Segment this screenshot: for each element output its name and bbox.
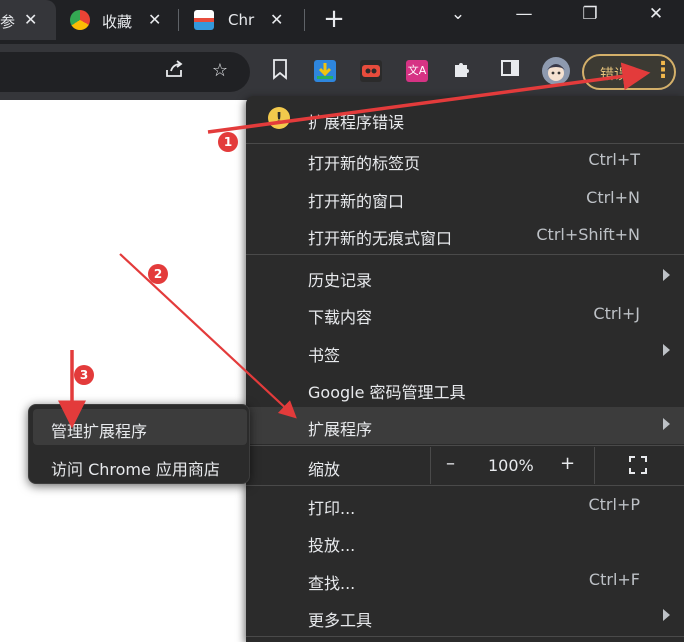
menu-item-more-tools[interactable]: 更多工具 bbox=[246, 598, 684, 635]
menu-item-password-manager[interactable]: Google 密码管理工具 bbox=[246, 370, 684, 407]
tab-chrome[interactable]: Chr ✕ bbox=[180, 0, 298, 40]
fullscreen-icon[interactable] bbox=[628, 455, 648, 475]
menu-item-label: 打开新的标签页 bbox=[308, 154, 421, 173]
menu-item-label: 查找... bbox=[308, 574, 356, 593]
side-panel-icon[interactable] bbox=[498, 58, 522, 84]
chrome-main-menu: ! 扩展程序错误 打开新的标签页 Ctrl+T 打开新的窗口 Ctrl+N 打开… bbox=[246, 96, 684, 642]
menu-item-cast[interactable]: 投放... bbox=[246, 523, 684, 560]
close-window-icon[interactable]: ✕ bbox=[644, 4, 668, 24]
chrome-favicon-icon bbox=[70, 10, 90, 30]
star-icon[interactable]: ☆ bbox=[208, 58, 232, 84]
menu-item-label: 扩展程序 bbox=[308, 420, 373, 439]
download-extension-icon[interactable] bbox=[314, 60, 336, 82]
annotation-step-badge: 1 bbox=[218, 132, 238, 152]
zoom-out-button[interactable]: – bbox=[446, 453, 455, 474]
menu-divider bbox=[246, 254, 684, 255]
menu-item-label: 打开新的窗口 bbox=[308, 192, 405, 211]
menu-item-shortcut: Ctrl+Shift+N bbox=[536, 225, 640, 244]
menu-item-find[interactable]: 查找... Ctrl+F bbox=[246, 561, 684, 598]
submenu-item-label: 访问 Chrome 应用商店 bbox=[51, 460, 220, 479]
tab-close-icon[interactable]: ✕ bbox=[148, 12, 161, 28]
menu-item-downloads[interactable]: 下载内容 Ctrl+J bbox=[246, 295, 684, 332]
menu-item-label: Google 密码管理工具 bbox=[308, 383, 466, 402]
menu-divider bbox=[246, 636, 684, 637]
toolbar: ☆ 文A 错误 ⋮ bbox=[0, 44, 684, 100]
menu-item-zoom: 缩放 – 100% + bbox=[246, 447, 684, 484]
annotation-step-badge: 3 bbox=[74, 365, 94, 385]
page-favicon-icon bbox=[194, 10, 214, 30]
annotation-step-badge: 2 bbox=[148, 264, 168, 284]
menu-item-shortcut: Ctrl+F bbox=[588, 570, 640, 589]
menu-item-label: 下载内容 bbox=[308, 308, 373, 327]
tab-title: Chr bbox=[228, 11, 255, 29]
menu-item-label: 缩放 bbox=[308, 460, 341, 479]
tab-collection[interactable]: 收藏 ✕ bbox=[56, 0, 174, 40]
menu-item-label: 书签 bbox=[308, 346, 341, 365]
kebab-menu-icon[interactable]: ⋮ bbox=[652, 58, 674, 84]
menu-item-history[interactable]: 历史记录 bbox=[246, 258, 684, 295]
warning-icon: ! bbox=[268, 107, 290, 129]
minimize-icon[interactable]: — bbox=[512, 4, 536, 24]
zoom-divider bbox=[430, 447, 431, 484]
menu-item-shortcut: Ctrl+T bbox=[588, 150, 640, 169]
tab-close-icon[interactable]: ✕ bbox=[24, 12, 37, 28]
tab-search-icon[interactable]: ⌄ bbox=[446, 4, 470, 24]
tab-strip: 参 ✕ 收藏 ✕ Chr ✕ + ⌄ — ❐ ✕ bbox=[0, 0, 684, 44]
submenu-arrow-icon bbox=[663, 344, 670, 356]
menu-item-new-window[interactable]: 打开新的窗口 Ctrl+N bbox=[246, 179, 684, 216]
translate-extension-icon[interactable]: 文A bbox=[406, 60, 428, 82]
menu-item-label: 投放... bbox=[308, 536, 356, 555]
menu-item-extension-errors[interactable]: ! 扩展程序错误 bbox=[246, 100, 684, 137]
submenu-item-manage-extensions[interactable]: 管理扩展程序 bbox=[33, 409, 247, 445]
zoom-value: 100% bbox=[488, 456, 534, 475]
new-tab-button[interactable]: + bbox=[320, 6, 348, 34]
submenu-arrow-icon bbox=[663, 609, 670, 621]
menu-item-new-incognito[interactable]: 打开新的无痕式窗口 Ctrl+Shift+N bbox=[246, 216, 684, 253]
avatar[interactable] bbox=[542, 57, 570, 85]
share-icon[interactable] bbox=[162, 58, 186, 84]
zoom-divider bbox=[594, 447, 595, 484]
tab-separator bbox=[178, 9, 179, 31]
tab-active[interactable]: 参 ✕ bbox=[0, 0, 56, 40]
menu-item-label: 扩展程序错误 bbox=[308, 113, 405, 132]
restore-icon[interactable]: ❐ bbox=[578, 4, 602, 24]
tab-separator bbox=[304, 9, 305, 31]
bookmark-icon[interactable] bbox=[268, 58, 292, 84]
menu-item-shortcut: Ctrl+J bbox=[593, 304, 640, 323]
menu-item-print[interactable]: 打印... Ctrl+P bbox=[246, 486, 684, 523]
menu-item-shortcut: Ctrl+P bbox=[588, 495, 640, 514]
menu-item-shortcut: Ctrl+N bbox=[586, 188, 640, 207]
zoom-in-button[interactable]: + bbox=[560, 453, 575, 474]
extensions-submenu: 管理扩展程序 访问 Chrome 应用商店 bbox=[28, 404, 250, 484]
menu-item-label: 打印... bbox=[308, 499, 356, 518]
submenu-arrow-icon bbox=[663, 269, 670, 281]
menu-item-label: 历史记录 bbox=[308, 271, 373, 290]
tab-title: 参 bbox=[0, 13, 16, 31]
tab-close-icon[interactable]: ✕ bbox=[270, 12, 283, 28]
error-chip-label: 错误 bbox=[600, 67, 628, 83]
puzzle-icon[interactable] bbox=[450, 58, 474, 84]
menu-item-bookmarks[interactable]: 书签 bbox=[246, 333, 684, 370]
menu-item-new-tab[interactable]: 打开新的标签页 Ctrl+T bbox=[246, 141, 684, 178]
submenu-arrow-icon bbox=[663, 418, 670, 430]
menu-item-label: 打开新的无痕式窗口 bbox=[308, 229, 453, 248]
menu-item-extensions[interactable]: 扩展程序 bbox=[246, 407, 684, 444]
browser-window: 参 ✕ 收藏 ✕ Chr ✕ + ⌄ — ❐ ✕ ☆ 文A 错误 ⋮ ! 扩展程… bbox=[0, 0, 684, 642]
tab-title: 收藏 bbox=[102, 13, 133, 31]
menu-divider bbox=[246, 445, 684, 446]
submenu-item-label: 管理扩展程序 bbox=[51, 422, 148, 441]
zoom-controls: – 100% + bbox=[430, 447, 684, 484]
menu-item-label: 更多工具 bbox=[308, 611, 373, 630]
submenu-item-chrome-web-store[interactable]: 访问 Chrome 应用商店 bbox=[33, 447, 247, 483]
red-extension-icon[interactable] bbox=[360, 60, 382, 82]
